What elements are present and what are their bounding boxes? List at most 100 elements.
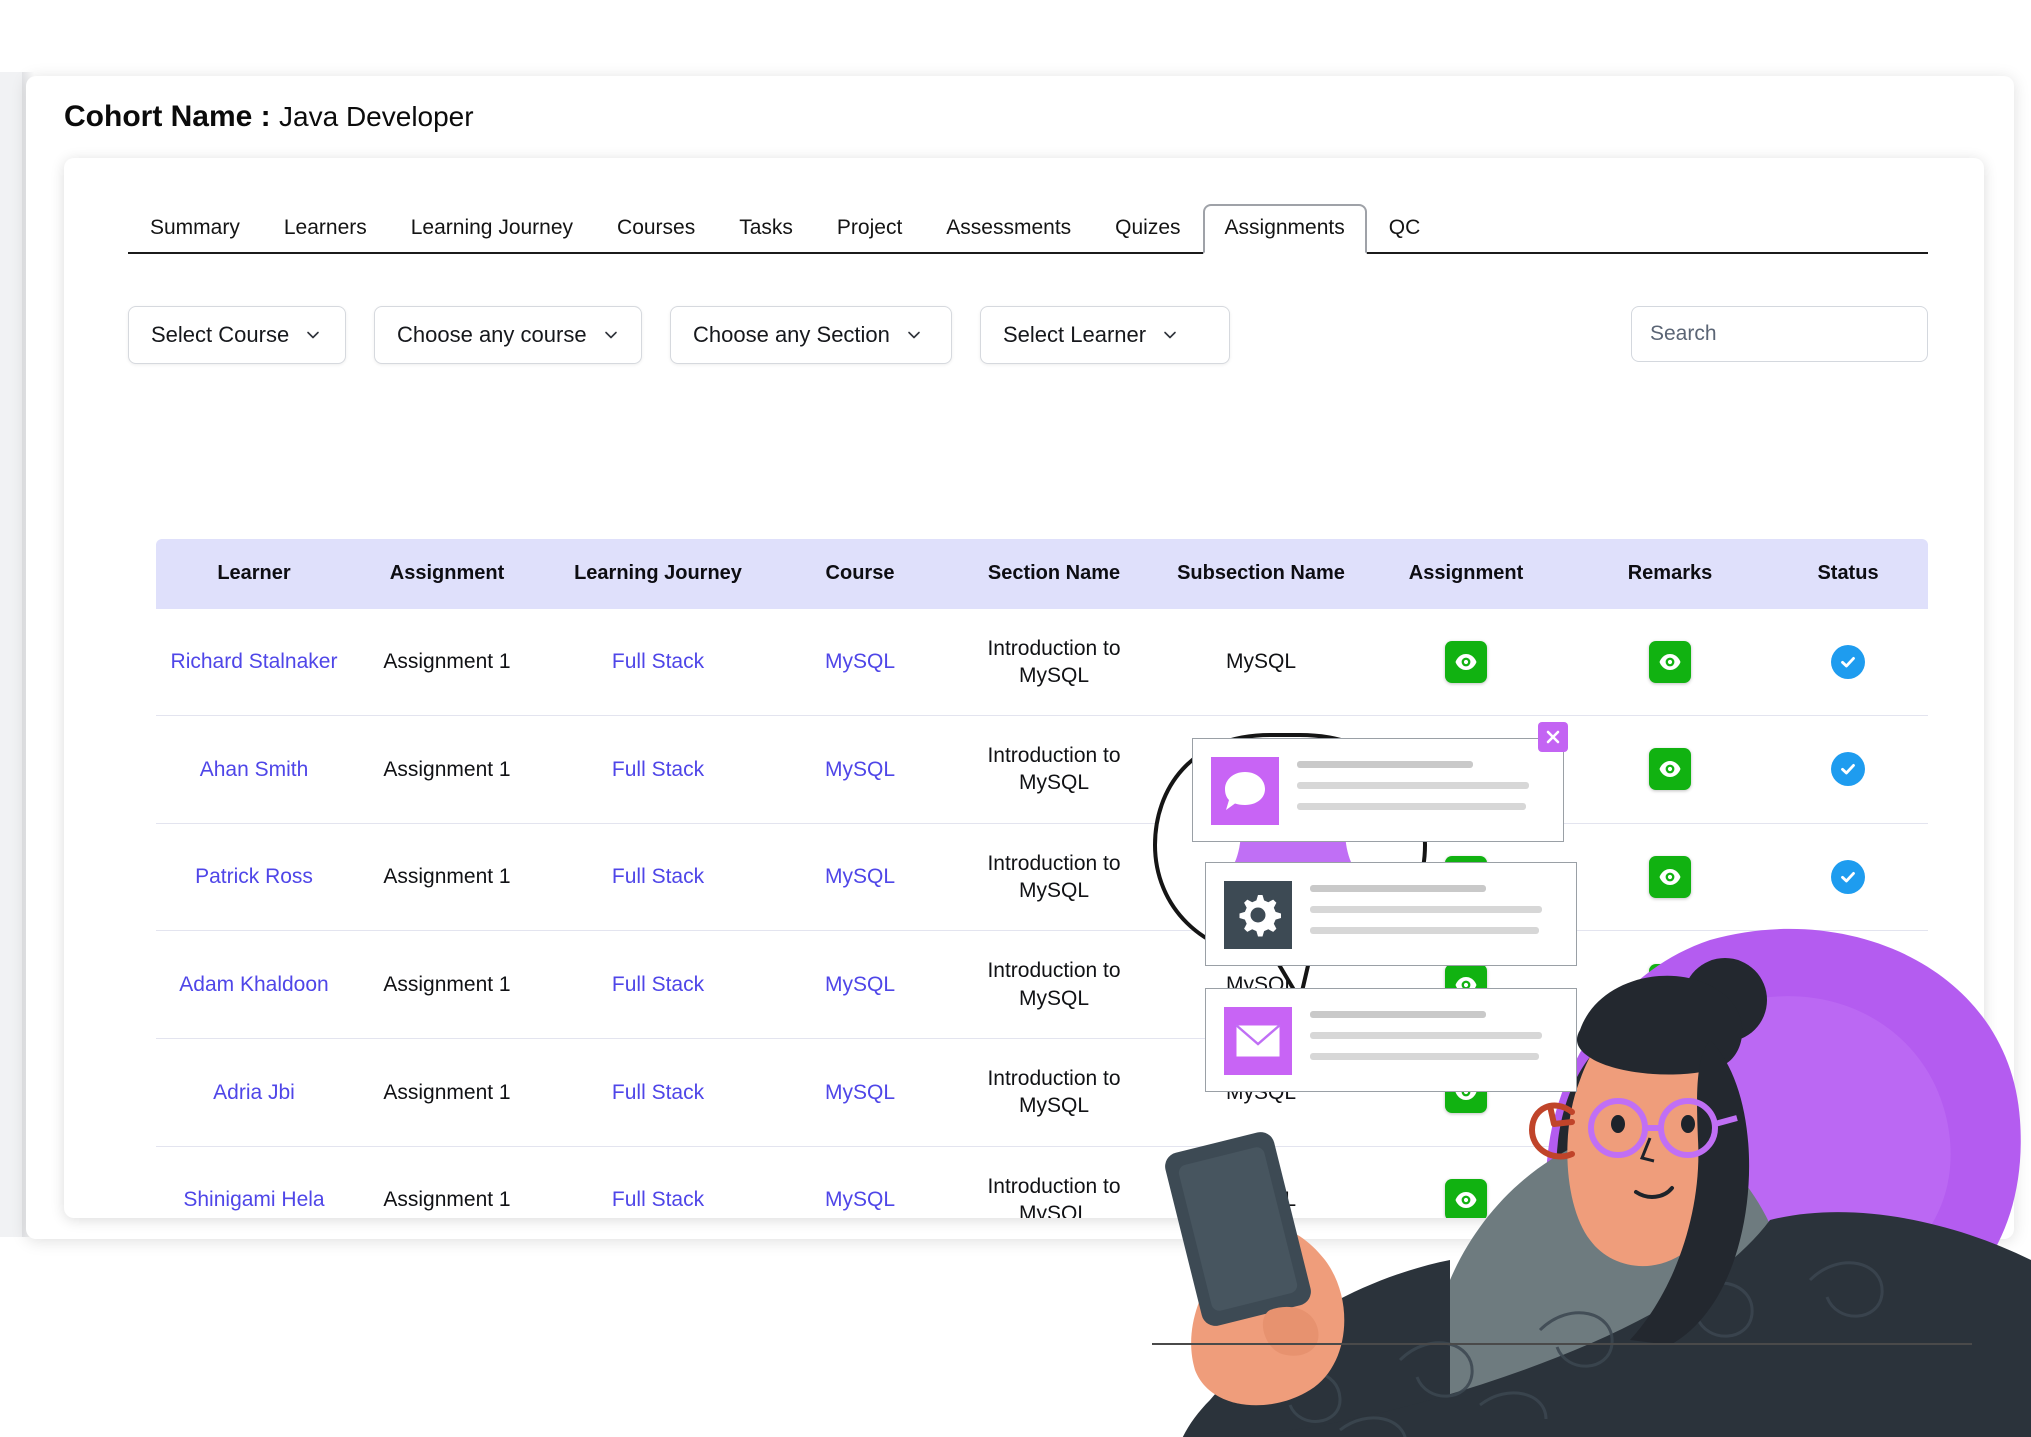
left-rail-strip (0, 72, 22, 1237)
cell-status (1768, 823, 1928, 932)
status-approved-icon[interactable] (1831, 752, 1865, 787)
envelope-icon (1224, 1007, 1292, 1075)
tab-bar: Summary Learners Learning Journey Course… (128, 204, 1928, 254)
close-icon[interactable] (1538, 722, 1568, 752)
view-icon-button[interactable] (1649, 1071, 1691, 1114)
notification-placeholder-lines (1310, 885, 1554, 948)
chevron-down-icon (906, 327, 922, 343)
cell-course: MySQL (774, 715, 946, 824)
search-input[interactable] (1631, 306, 1928, 362)
learning-journey-link[interactable]: Full Stack (612, 1081, 704, 1104)
cell-course: MySQL (774, 930, 946, 1039)
status-approved-icon[interactable] (1831, 644, 1865, 679)
course-link[interactable]: MySQL (825, 1081, 895, 1104)
cell-section-name: Introduction to MySQL (946, 1038, 1162, 1147)
cell-learner: Adam Khaldoon (156, 930, 352, 1039)
any-course-select[interactable]: Choose any course (374, 306, 642, 364)
course-link[interactable]: MySQL (825, 758, 895, 781)
col-section-name: Section Name (946, 539, 1162, 609)
learner-link[interactable]: Adam Khaldoon (179, 973, 328, 996)
learning-journey-link[interactable]: Full Stack (612, 865, 704, 888)
table-head: Learner Assignment Learning Journey Cour… (156, 539, 1928, 609)
chat-bubble-icon (1211, 757, 1279, 825)
view-icon-button[interactable] (1445, 1178, 1487, 1218)
cell-remarks-action (1572, 930, 1768, 1039)
cell-learner: Patrick Ross (156, 823, 352, 932)
learner-link[interactable]: Shinigami Hela (183, 1188, 324, 1211)
view-icon-button[interactable] (1649, 1178, 1691, 1218)
any-course-select-label: Choose any course (397, 322, 587, 347)
tab-quizes[interactable]: Quizes (1093, 206, 1202, 252)
cell-remarks-action (1572, 823, 1768, 932)
col-assignment: Assignment (352, 539, 542, 609)
course-link[interactable]: MySQL (825, 650, 895, 673)
notification-card-chat[interactable] (1192, 738, 1564, 842)
cell-course: MySQL (774, 608, 946, 717)
cell-status (1768, 1038, 1928, 1147)
notification-card-settings[interactable] (1205, 862, 1577, 966)
cell-subsection-name: MySQL (1162, 608, 1360, 717)
cell-learner: Shinigami Hela (156, 1146, 352, 1218)
cell-assignment: Assignment 1 (352, 715, 542, 824)
learner-link[interactable]: Patrick Ross (195, 865, 313, 888)
learning-journey-link[interactable]: Full Stack (612, 1188, 704, 1211)
cell-learning-journey: Full Stack (542, 823, 774, 932)
learning-journey-link[interactable]: Full Stack (612, 650, 704, 673)
learner-select[interactable]: Select Learner (980, 306, 1230, 364)
col-learning-journey: Learning Journey (542, 539, 774, 609)
cell-remarks-action (1572, 608, 1768, 717)
cell-course: MySQL (774, 1146, 946, 1218)
table-row: Ahan Smith Assignment 1 Full Stack MySQL Int… (156, 715, 1928, 824)
tab-assignments[interactable]: Assignments (1202, 204, 1367, 254)
tab-qc[interactable]: QC (1367, 206, 1443, 252)
chevron-down-icon (305, 327, 321, 343)
view-icon-button[interactable] (1445, 640, 1487, 683)
cell-learner: Richard Stalnaker (156, 608, 352, 717)
status-approved-icon[interactable] (1831, 967, 1865, 1002)
page-title: Cohort Name : Java Developer (64, 100, 474, 134)
view-icon-button[interactable] (1649, 748, 1691, 791)
course-link[interactable]: MySQL (825, 1188, 895, 1211)
col-assignment-action: Assignment (1360, 539, 1572, 609)
notification-placeholder-lines (1297, 761, 1541, 824)
learner-link[interactable]: Adria Jbi (213, 1081, 295, 1104)
learning-journey-link[interactable]: Full Stack (612, 973, 704, 996)
tab-learners[interactable]: Learners (262, 206, 389, 252)
learner-link[interactable]: Ahan Smith (200, 758, 309, 781)
tab-courses[interactable]: Courses (595, 206, 717, 252)
tab-tasks[interactable]: Tasks (717, 206, 815, 252)
learner-link[interactable]: Richard Stalnaker (171, 650, 338, 673)
app-screenshot: Cohort Name : Java Developer Summary Lea… (0, 0, 2031, 1437)
notification-card-mail[interactable] (1205, 988, 1577, 1092)
tab-summary[interactable]: Summary (128, 206, 262, 252)
assignments-table-wrap: Learner Assignment Learning Journey Cour… (156, 539, 1928, 1218)
learning-journey-link[interactable]: Full Stack (612, 758, 704, 781)
cell-status (1768, 715, 1928, 824)
tab-project[interactable]: Project (815, 206, 924, 252)
status-approved-icon[interactable] (1831, 1182, 1865, 1217)
gear-icon (1224, 881, 1292, 949)
col-remarks: Remarks (1572, 539, 1768, 609)
status-approved-icon[interactable] (1831, 859, 1865, 894)
cell-course: MySQL (774, 823, 946, 932)
cell-course: MySQL (774, 1038, 946, 1147)
tab-learning-journey[interactable]: Learning Journey (389, 206, 595, 252)
cell-learning-journey: Full Stack (542, 715, 774, 824)
cohort-name-label: Cohort Name : (64, 100, 271, 133)
any-section-select[interactable]: Choose any Section (670, 306, 952, 364)
col-status: Status (1768, 539, 1928, 609)
tab-assessments[interactable]: Assessments (924, 206, 1093, 252)
cell-learning-journey: Full Stack (542, 1038, 774, 1147)
status-approved-icon[interactable] (1831, 1075, 1865, 1110)
course-link[interactable]: MySQL (825, 865, 895, 888)
col-learner: Learner (156, 539, 352, 609)
cell-status (1768, 1146, 1928, 1218)
course-select[interactable]: Select Course (128, 306, 346, 364)
cell-remarks-action (1572, 1146, 1768, 1218)
page-card: Cohort Name : Java Developer Summary Lea… (26, 76, 2014, 1239)
course-link[interactable]: MySQL (825, 973, 895, 996)
view-icon-button[interactable] (1649, 856, 1691, 899)
view-icon-button[interactable] (1649, 640, 1691, 683)
view-icon-button[interactable] (1649, 963, 1691, 1006)
content-panel: Summary Learners Learning Journey Course… (64, 158, 1984, 1218)
